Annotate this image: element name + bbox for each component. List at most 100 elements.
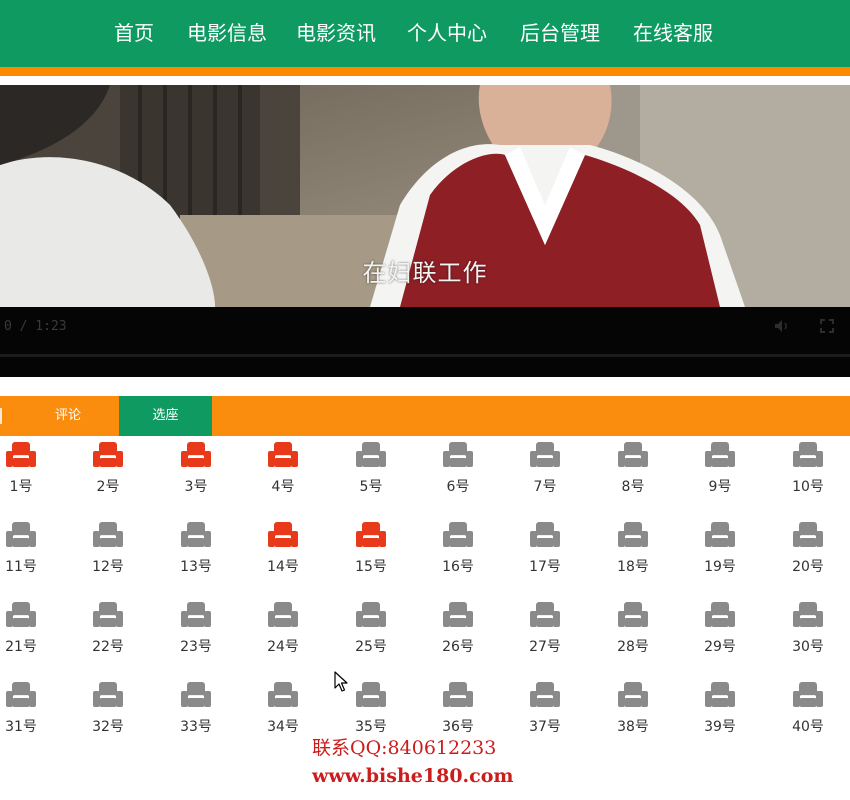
armchair-icon <box>6 442 36 467</box>
seat-9[interactable]: 9号 <box>690 440 750 510</box>
seat-34[interactable]: 34号 <box>253 680 313 750</box>
armchair-icon <box>181 442 211 467</box>
seat-40[interactable]: 40号 <box>778 680 838 750</box>
seat-7[interactable]: 7号 <box>515 440 575 510</box>
seat-number-label: 11号 <box>5 559 37 575</box>
armchair-icon <box>443 442 473 467</box>
armchair-icon <box>618 522 648 547</box>
seat-12[interactable]: 12号 <box>78 520 138 590</box>
seat-6[interactable]: 6号 <box>428 440 488 510</box>
seat-number-label: 20号 <box>792 559 824 575</box>
seat-38[interactable]: 38号 <box>603 680 663 750</box>
seat-8[interactable]: 8号 <box>603 440 663 510</box>
seat-number-label: 21号 <box>5 639 37 655</box>
mouse-pointer-icon <box>334 671 348 692</box>
seat-number-label: 25号 <box>355 639 387 655</box>
seat-4[interactable]: 4号 <box>253 440 313 510</box>
seat-number-label: 24号 <box>267 639 299 655</box>
seat-number-label: 29号 <box>704 639 736 655</box>
nav-online-service[interactable]: 在线客服 <box>633 18 713 48</box>
nav-home[interactable]: 首页 <box>114 18 154 48</box>
seat-10[interactable]: 10号 <box>778 440 838 510</box>
armchair-icon <box>443 522 473 547</box>
seat-19[interactable]: 19号 <box>690 520 750 590</box>
seat-23[interactable]: 23号 <box>166 600 226 670</box>
seat-number-label: 1号 <box>9 479 33 495</box>
tab-seat-selection[interactable]: 选座 <box>119 396 212 436</box>
seat-33[interactable]: 33号 <box>166 680 226 750</box>
seat-31[interactable]: 31号 <box>0 680 51 750</box>
seat-18[interactable]: 18号 <box>603 520 663 590</box>
armchair-icon <box>530 682 560 707</box>
seat-number-label: 37号 <box>529 719 561 735</box>
armchair-icon <box>793 602 823 627</box>
seat-number-label: 2号 <box>96 479 120 495</box>
seat-3[interactable]: 3号 <box>166 440 226 510</box>
seat-16[interactable]: 16号 <box>428 520 488 590</box>
nav-movie-news[interactable]: 电影资讯 <box>296 18 376 48</box>
seat-number-label: 26号 <box>442 639 474 655</box>
armchair-icon <box>181 522 211 547</box>
seat-13[interactable]: 13号 <box>166 520 226 590</box>
armchair-icon <box>268 682 298 707</box>
seat-number-label: 10号 <box>792 479 824 495</box>
watermark-site: www.bishe180.com <box>312 765 514 787</box>
volume-icon[interactable] <box>774 319 790 337</box>
seat-30[interactable]: 30号 <box>778 600 838 670</box>
armchair-icon <box>705 442 735 467</box>
seat-number-label: 5号 <box>359 479 383 495</box>
seat-37[interactable]: 37号 <box>515 680 575 750</box>
armchair-icon <box>530 602 560 627</box>
seat-number-label: 34号 <box>267 719 299 735</box>
seat-32[interactable]: 32号 <box>78 680 138 750</box>
seat-15[interactable]: 15号 <box>341 520 401 590</box>
seat-number-label: 33号 <box>180 719 212 735</box>
tab-comment[interactable]: 评论 <box>18 396 118 436</box>
seat-number-label: 12号 <box>92 559 124 575</box>
seat-number-label: 8号 <box>621 479 645 495</box>
seat-number-label: 38号 <box>617 719 649 735</box>
seat-number-label: 3号 <box>184 479 208 495</box>
armchair-icon <box>618 442 648 467</box>
video-controls: 0 / 1:23 <box>0 307 850 377</box>
seat-11[interactable]: 11号 <box>0 520 51 590</box>
seat-25[interactable]: 25号 <box>341 600 401 670</box>
seat-29[interactable]: 29号 <box>690 600 750 670</box>
armchair-icon <box>93 602 123 627</box>
armchair-icon <box>618 682 648 707</box>
seat-20[interactable]: 20号 <box>778 520 838 590</box>
seat-number-label: 14号 <box>267 559 299 575</box>
seat-39[interactable]: 39号 <box>690 680 750 750</box>
seat-5[interactable]: 5号 <box>341 440 401 510</box>
nav-admin[interactable]: 后台管理 <box>520 18 600 48</box>
armchair-icon <box>356 522 386 547</box>
seat-1[interactable]: 1号 <box>0 440 51 510</box>
armchair-icon <box>356 602 386 627</box>
seat-28[interactable]: 28号 <box>603 600 663 670</box>
seat-21[interactable]: 21号 <box>0 600 51 670</box>
seat-26[interactable]: 26号 <box>428 600 488 670</box>
armchair-icon <box>443 682 473 707</box>
nav-movie-info[interactable]: 电影信息 <box>187 18 267 48</box>
armchair-icon <box>181 682 211 707</box>
seat-number-label: 18号 <box>617 559 649 575</box>
video-progress-bar[interactable] <box>0 354 850 357</box>
fullscreen-icon[interactable] <box>820 319 834 337</box>
video-player[interactable]: 在妇联工作 0 / 1:23 <box>0 85 850 377</box>
seat-14[interactable]: 14号 <box>253 520 313 590</box>
seat-2[interactable]: 2号 <box>78 440 138 510</box>
armchair-icon <box>530 442 560 467</box>
detail-tab-bar: 评论 选座 <box>0 396 850 436</box>
seat-17[interactable]: 17号 <box>515 520 575 590</box>
armchair-icon <box>181 602 211 627</box>
seat-22[interactable]: 22号 <box>78 600 138 670</box>
seat-number-label: 17号 <box>529 559 561 575</box>
armchair-icon <box>530 522 560 547</box>
seat-24[interactable]: 24号 <box>253 600 313 670</box>
nav-user-center[interactable]: 个人中心 <box>407 18 487 48</box>
seat-number-label: 28号 <box>617 639 649 655</box>
armchair-icon <box>618 602 648 627</box>
armchair-icon <box>793 682 823 707</box>
seat-27[interactable]: 27号 <box>515 600 575 670</box>
top-nav: 首页 电影信息 电影资讯 个人中心 后台管理 在线客服 <box>0 0 850 76</box>
